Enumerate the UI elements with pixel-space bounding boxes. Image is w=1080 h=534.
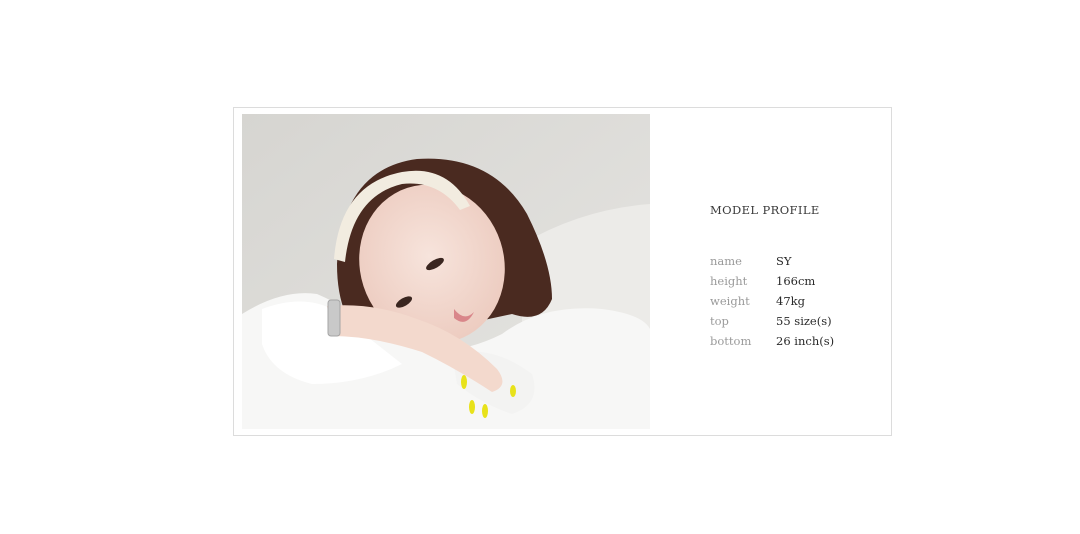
profile-row-name: name SY xyxy=(710,251,834,271)
profile-key: bottom xyxy=(710,334,752,348)
profile-row-height: height 166cm xyxy=(710,271,834,291)
profile-value: SY xyxy=(776,254,792,268)
profile-value: 26 inch(s) xyxy=(776,334,835,348)
profile-value: 166cm xyxy=(776,274,816,288)
profile-title: MODEL PROFILE xyxy=(710,203,820,217)
profile-row-bottom: bottom 26 inch(s) xyxy=(710,331,834,351)
profile-value: 47kg xyxy=(776,294,805,308)
profile-key: height xyxy=(710,274,748,288)
profile-key: weight xyxy=(710,294,750,308)
profile-row-top: top 55 size(s) xyxy=(710,311,834,331)
model-profile: MODEL PROFILE name SY height 166cm weigh… xyxy=(710,203,834,351)
profile-row-weight: weight 47kg xyxy=(710,291,834,311)
profile-key: name xyxy=(710,254,742,268)
model-profile-card: MODEL PROFILE name SY height 166cm weigh… xyxy=(233,107,892,436)
profile-key: top xyxy=(710,314,729,328)
profile-value: 55 size(s) xyxy=(776,314,832,328)
model-photo xyxy=(242,114,650,429)
